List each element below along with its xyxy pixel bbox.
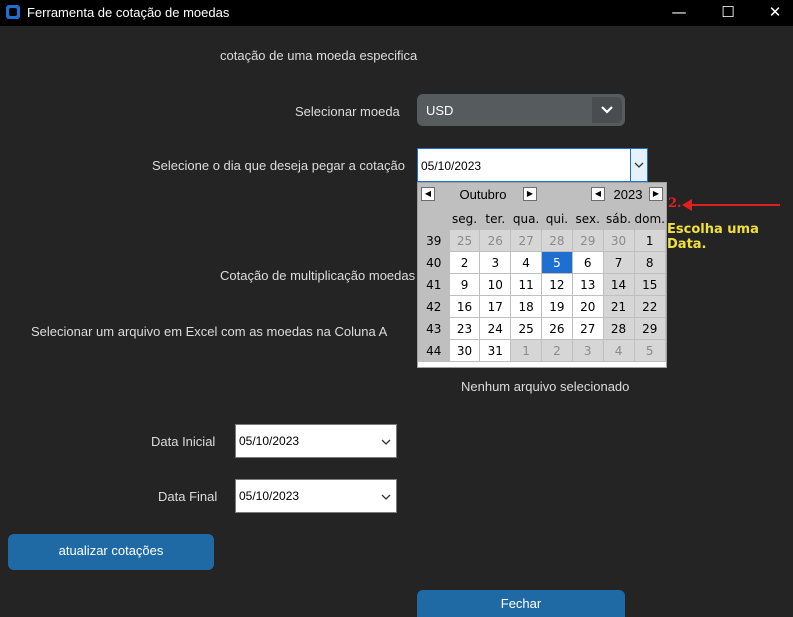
week-number: 40 xyxy=(419,252,449,273)
calendar-day[interactable]: 4 xyxy=(603,340,634,361)
calendar-day[interactable]: 21 xyxy=(603,296,634,317)
close-button[interactable]: Fechar xyxy=(417,590,625,617)
calendar-day[interactable]: 12 xyxy=(542,274,572,295)
weekday-header: sáb. xyxy=(603,208,634,229)
calendar-header: ◀ Outubro ▶ ◀ 2023 ▶ xyxy=(418,183,666,207)
calendar-day[interactable]: 2 xyxy=(542,340,572,361)
calendar-day[interactable]: 11 xyxy=(511,274,542,295)
start-date-value: 05/10/2023 xyxy=(239,434,300,448)
calendar-day[interactable]: 17 xyxy=(480,296,511,317)
calendar-day[interactable]: 23 xyxy=(449,318,480,339)
calendar-day[interactable]: 28 xyxy=(603,318,634,339)
multiplication-title: Cotação de multiplicação moedas xyxy=(220,268,416,283)
prev-month-button[interactable]: ◀ xyxy=(421,187,435,201)
calendar-day[interactable]: 28 xyxy=(542,230,572,251)
calendar-day[interactable]: 27 xyxy=(511,230,542,251)
close-window-button[interactable]: ✕ xyxy=(752,0,793,26)
calendar-day[interactable]: 3 xyxy=(572,340,603,361)
calendar-year: 2023 xyxy=(613,187,643,202)
calendar-day[interactable]: 2 xyxy=(449,252,480,273)
calendar-day[interactable]: 20 xyxy=(572,296,603,317)
calendar-day[interactable]: 27 xyxy=(572,318,603,339)
calendar-day[interactable]: 1 xyxy=(634,230,665,251)
calendar-grid: seg. ter. qua. qui. sex. sáb. dom. 39 25 2… xyxy=(418,207,666,362)
app-icon xyxy=(6,5,20,19)
calendar-day[interactable]: 29 xyxy=(572,230,603,251)
file-status: Nenhum arquivo selecionado xyxy=(461,379,630,394)
weekday-header: dom. xyxy=(634,208,665,229)
calendar-month: Outubro xyxy=(459,187,507,202)
week-number: 42 xyxy=(419,296,449,317)
calendar-day[interactable]: 4 xyxy=(511,252,542,273)
end-date-field[interactable]: 05/10/2023 xyxy=(235,479,397,513)
calendar-popup: ◀ Outubro ▶ ◀ 2023 ▶ seg. ter. qua. qui.… xyxy=(417,182,667,368)
calendar-day[interactable]: 29 xyxy=(634,318,665,339)
calendar-day[interactable]: 16 xyxy=(449,296,480,317)
excel-label: Selecionar um arquivo em Excel com as mo… xyxy=(31,324,388,339)
maximize-button[interactable]: ☐ xyxy=(705,0,751,26)
section-title: cotação de uma moeda especifica xyxy=(220,48,418,63)
calendar-day[interactable]: 14 xyxy=(603,274,634,295)
calendar-day[interactable]: 1 xyxy=(511,340,542,361)
calendar-day[interactable]: 7 xyxy=(603,252,634,273)
calendar-day[interactable]: 13 xyxy=(572,274,603,295)
chevron-down-icon[interactable] xyxy=(376,425,396,457)
prev-year-button[interactable]: ◀ xyxy=(591,187,605,201)
calendar-day[interactable]: 31 xyxy=(480,340,511,361)
calendar-day[interactable]: 10 xyxy=(480,274,511,295)
calendar-day[interactable]: 18 xyxy=(511,296,542,317)
week-number: 44 xyxy=(419,340,449,361)
calendar-day[interactable]: 15 xyxy=(634,274,665,295)
calendar-day[interactable]: 30 xyxy=(449,340,480,361)
chevron-down-icon[interactable] xyxy=(376,480,396,512)
week-number: 39 xyxy=(419,230,449,251)
calendar-day[interactable]: 3 xyxy=(480,252,511,273)
currency-value: USD xyxy=(426,103,454,118)
weekday-header: qui. xyxy=(542,208,572,229)
date-pick-label: Selecione o dia que deseja pegar a cotaç… xyxy=(152,158,405,173)
weekday-header: seg. xyxy=(449,208,480,229)
calendar-day[interactable]: 25 xyxy=(511,318,542,339)
calendar-day[interactable]: 22 xyxy=(634,296,665,317)
update-quotes-button[interactable]: atualizar cotações xyxy=(8,534,214,570)
calendar-day[interactable]: 6 xyxy=(572,252,603,273)
calendar-day[interactable]: 8 xyxy=(634,252,665,273)
title-bar: Ferramenta de cotação de moedas — ☐ ✕ xyxy=(0,0,793,26)
window-title: Ferramenta de cotação de moedas xyxy=(27,5,230,20)
calendar-day[interactable]: 25 xyxy=(449,230,480,251)
weekday-header: qua. xyxy=(511,208,542,229)
currency-label: Selecionar moeda xyxy=(295,104,400,119)
end-date-label: Data Final xyxy=(158,489,218,504)
weekday-header: ter. xyxy=(480,208,511,229)
date-pick-field[interactable]: 05/10/2023 xyxy=(417,148,648,182)
start-date-field[interactable]: 05/10/2023 xyxy=(235,424,397,458)
chevron-down-icon[interactable] xyxy=(630,149,647,181)
start-date-label: Data Inicial xyxy=(151,434,216,449)
weekday-header: sex. xyxy=(572,208,603,229)
annotation-number: 2. xyxy=(668,196,682,211)
date-pick-value: 05/10/2023 xyxy=(421,159,482,173)
end-date-value: 05/10/2023 xyxy=(239,489,300,503)
calendar-day[interactable]: 24 xyxy=(480,318,511,339)
calendar-day[interactable]: 30 xyxy=(603,230,634,251)
calendar-day-selected[interactable]: 5 xyxy=(542,252,572,273)
next-month-button[interactable]: ▶ xyxy=(523,187,537,201)
chevron-down-icon[interactable] xyxy=(592,97,622,123)
annotation-arrow xyxy=(688,204,780,206)
week-number: 43 xyxy=(419,318,449,339)
calendar-day[interactable]: 5 xyxy=(634,340,665,361)
week-number: 41 xyxy=(419,274,449,295)
calendar-day[interactable]: 19 xyxy=(542,296,572,317)
calendar-day[interactable]: 26 xyxy=(542,318,572,339)
currency-combobox[interactable]: USD xyxy=(417,94,625,126)
calendar-day[interactable]: 26 xyxy=(480,230,511,251)
annotation-text: Escolha uma Data. xyxy=(667,222,759,252)
calendar-day[interactable]: 9 xyxy=(449,274,480,295)
calendar-corner xyxy=(419,208,449,229)
minimize-button[interactable]: — xyxy=(656,0,702,26)
next-year-button[interactable]: ▶ xyxy=(649,187,663,201)
